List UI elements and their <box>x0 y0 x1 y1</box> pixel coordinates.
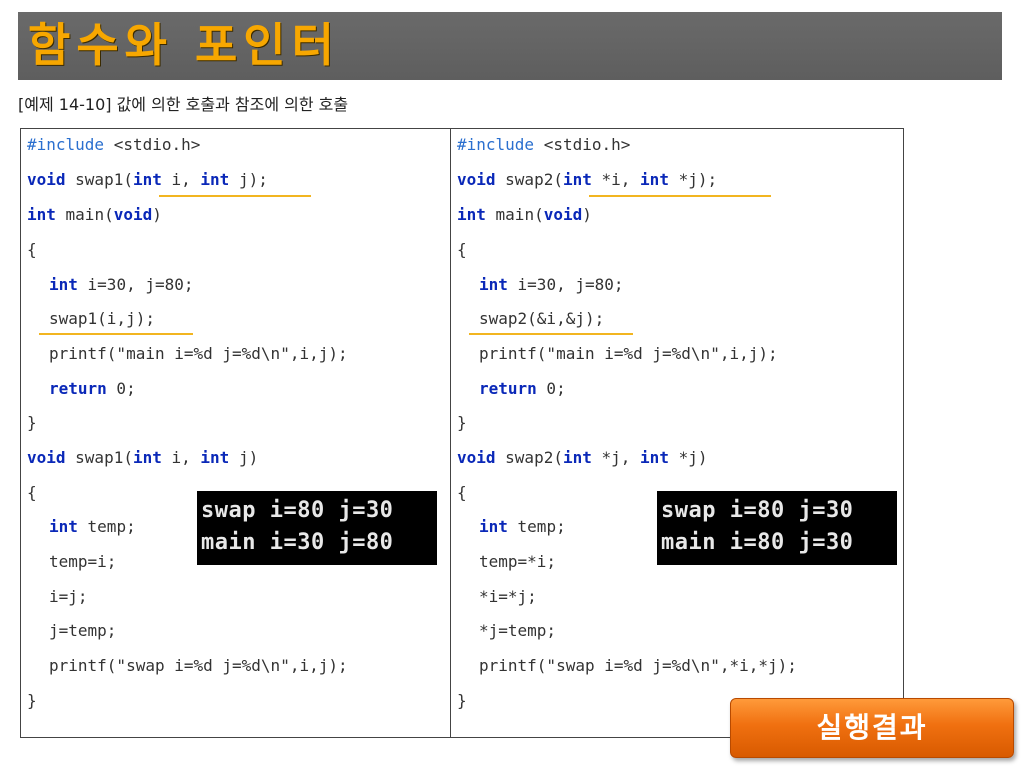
code-line: int temp; <box>479 517 566 536</box>
code-line: j=temp; <box>49 621 117 640</box>
code-comparison-table: #include <stdio.h> void swap1(int i, int… <box>20 128 904 738</box>
code-line: int main(void) <box>457 205 592 224</box>
code-line: printf("main i=%d j=%d\n",i,j); <box>479 344 778 363</box>
column-divider <box>450 129 451 737</box>
title-bar: 함수와 포인터 <box>18 12 1002 80</box>
code-line: void swap2(int *j, int *j) <box>457 448 708 467</box>
code-line: void swap1(int i, int j); <box>27 170 268 189</box>
code-line: int main(void) <box>27 205 162 224</box>
code-line: } <box>457 691 467 710</box>
code-line: { <box>27 240 37 259</box>
code-line: printf("swap i=%d j=%d\n",*i,*j); <box>479 656 797 675</box>
page-title: 함수와 포인터 <box>28 18 340 72</box>
console-output: swap i=80 j=30 main i=80 j=30 <box>657 491 897 565</box>
example-caption: [예제 14-10] 값에 의한 호출과 참조에 의한 호출 <box>18 95 349 114</box>
code-line: } <box>27 691 37 710</box>
highlight-underline <box>589 195 771 197</box>
code-line: temp=i; <box>49 552 117 571</box>
console-line: main i=30 j=80 <box>201 530 394 555</box>
code-line: return 0; <box>49 379 136 398</box>
code-line: i=j; <box>49 587 88 606</box>
console-line: swap i=80 j=30 <box>201 498 394 523</box>
code-line: } <box>457 413 467 432</box>
code-line: printf("main i=%d j=%d\n",i,j); <box>49 344 348 363</box>
run-result-button[interactable]: 실행결과 <box>730 698 1014 758</box>
code-line: *i=*j; <box>479 587 537 606</box>
code-line: { <box>457 240 467 259</box>
console-line: main i=80 j=30 <box>661 530 854 555</box>
code-line: return 0; <box>479 379 566 398</box>
code-line: printf("swap i=%d j=%d\n",i,j); <box>49 656 348 675</box>
console-output: swap i=80 j=30 main i=30 j=80 <box>197 491 437 565</box>
code-line: { <box>27 483 37 502</box>
highlight-underline <box>469 333 633 335</box>
code-line: int temp; <box>49 517 136 536</box>
code-line: void swap1(int i, int j) <box>27 448 259 467</box>
code-line: void swap2(int *i, int *j); <box>457 170 718 189</box>
code-line: swap2(&i,&j); <box>479 309 605 328</box>
highlight-underline <box>159 195 311 197</box>
code-line: { <box>457 483 467 502</box>
code-line: #include <stdio.h> <box>457 135 631 154</box>
code-line: } <box>27 413 37 432</box>
code-line: *j=temp; <box>479 621 557 640</box>
code-line: #include <stdio.h> <box>27 135 201 154</box>
code-line: int i=30, j=80; <box>49 275 194 294</box>
highlight-underline <box>39 333 193 335</box>
code-line: int i=30, j=80; <box>479 275 624 294</box>
code-line: swap1(i,j); <box>49 309 155 328</box>
console-line: swap i=80 j=30 <box>661 498 854 523</box>
code-line: temp=*i; <box>479 552 557 571</box>
